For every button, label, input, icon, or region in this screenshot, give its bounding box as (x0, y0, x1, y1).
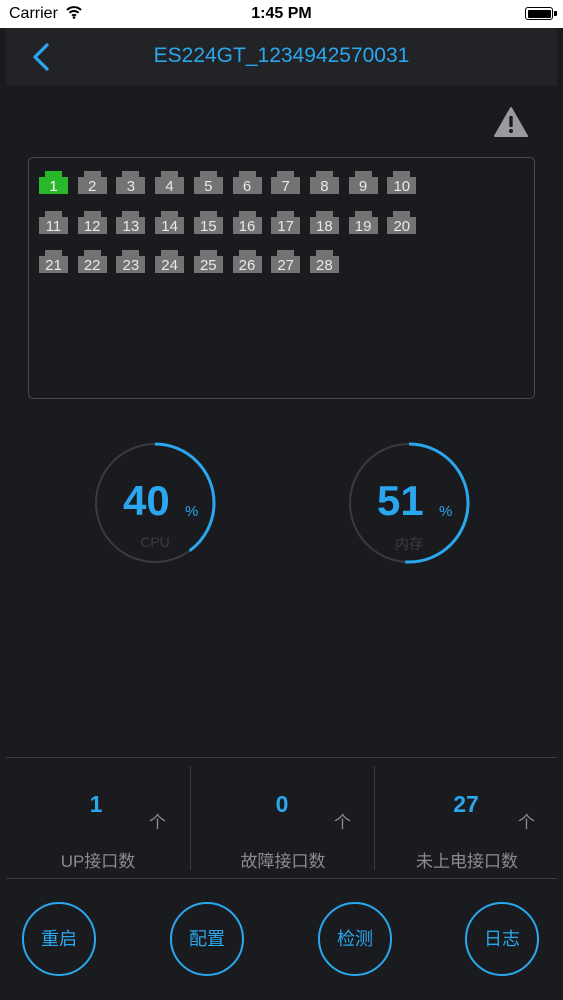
port-17[interactable]: 17 (271, 210, 301, 235)
port-label: 17 (271, 216, 301, 235)
port-label: 19 (348, 216, 378, 235)
restart-button[interactable]: 重启 (22, 902, 96, 976)
port-label: 23 (116, 256, 146, 274)
detect-button[interactable]: 检测 (318, 902, 392, 976)
port-19[interactable]: 19 (348, 210, 378, 235)
config-button[interactable]: 配置 (170, 902, 244, 976)
warning-icon[interactable] (493, 106, 529, 138)
clock: 1:45 PM (251, 5, 312, 22)
port-22[interactable]: 22 (77, 250, 107, 274)
port-16[interactable]: 16 (232, 210, 262, 235)
port-18[interactable]: 18 (309, 210, 339, 235)
port-label: 3 (116, 177, 146, 195)
port-label: 9 (348, 177, 378, 195)
port-11[interactable]: 11 (39, 210, 68, 235)
memory-label: 内存 (395, 536, 423, 552)
nav-bar: ES224GT_1234942570031 (6, 28, 557, 86)
up-ports-unit: 个 (149, 813, 166, 832)
cpu-value: 40 (123, 477, 170, 524)
memory-unit: % (439, 503, 453, 520)
unpowered-ports-count: 27 (453, 791, 479, 817)
stats-bottom-divider (6, 878, 557, 879)
port-label: 13 (116, 216, 146, 235)
port-13[interactable]: 13 (116, 210, 146, 235)
port-15[interactable]: 15 (193, 210, 223, 235)
memory-value: 51 (377, 477, 424, 524)
cpu-gauge: 40 % CPU (93, 441, 217, 565)
fault-ports-count: 0 (275, 791, 289, 817)
port-25[interactable]: 25 (193, 250, 223, 274)
port-label: 1 (39, 177, 68, 195)
port-label: 7 (271, 177, 301, 195)
port-label: 26 (232, 256, 262, 274)
fault-ports-unit: 个 (334, 813, 351, 832)
port-label: 24 (155, 256, 185, 274)
port-10[interactable]: 10 (387, 171, 417, 195)
port-label: 18 (309, 216, 339, 235)
port-27[interactable]: 27 (271, 250, 301, 274)
port-5[interactable]: 5 (193, 171, 223, 195)
port-label: 5 (193, 177, 223, 195)
status-bar: Carrier 1:45 PM (0, 0, 563, 28)
log-button[interactable]: 日志 (465, 902, 539, 976)
port-label: 4 (155, 177, 185, 195)
cpu-unit: % (185, 503, 199, 520)
battery-icon (525, 7, 557, 20)
port-label: 15 (193, 216, 223, 235)
port-label: 28 (309, 256, 339, 274)
cpu-label: CPU (140, 534, 170, 550)
port-label: 6 (232, 177, 262, 195)
up-ports-label: UP接口数 (60, 852, 136, 871)
port-3[interactable]: 3 (116, 171, 146, 195)
port-1[interactable]: 1 (39, 171, 68, 195)
port-9[interactable]: 9 (348, 171, 378, 195)
port-label: 22 (77, 256, 107, 274)
port-14[interactable]: 14 (155, 210, 185, 235)
port-label: 21 (39, 256, 68, 274)
port-label: 20 (387, 216, 417, 235)
port-12[interactable]: 12 (77, 210, 107, 235)
memory-gauge: 51 % 内存 (347, 441, 471, 565)
unpowered-ports-unit: 个 (518, 813, 535, 832)
port-4[interactable]: 4 (155, 171, 185, 195)
fault-ports-label: 故障接口数 (240, 852, 326, 871)
port-20[interactable]: 20 (387, 210, 417, 235)
page-title: ES224GT_1234942570031 (153, 44, 410, 67)
unpowered-ports-label: 未上电接口数 (416, 852, 518, 871)
port-label: 2 (77, 177, 107, 195)
port-label: 27 (271, 256, 301, 274)
port-23[interactable]: 23 (116, 250, 146, 274)
port-label: 12 (77, 216, 107, 235)
port-2[interactable]: 2 (77, 171, 107, 195)
port-label: 11 (39, 216, 68, 235)
port-24[interactable]: 24 (155, 250, 185, 274)
port-label: 25 (193, 256, 223, 274)
port-panel: 1 2 3 4 5 6 7 8 9 10 11 12 13 14 15 16 17 18 19 20 21 22 23 24 2… (28, 157, 535, 399)
port-label: 10 (387, 177, 417, 195)
port-label: 8 (309, 177, 339, 195)
port-21[interactable]: 21 (39, 250, 68, 274)
port-8[interactable]: 8 (309, 171, 339, 195)
up-ports-count: 1 (89, 791, 103, 817)
port-6[interactable]: 6 (232, 171, 262, 195)
port-7[interactable]: 7 (271, 171, 301, 195)
port-label: 16 (232, 216, 262, 235)
port-26[interactable]: 26 (232, 250, 262, 274)
stats-top-divider (6, 757, 557, 758)
port-28[interactable]: 28 (309, 250, 339, 274)
port-label: 14 (155, 216, 185, 235)
